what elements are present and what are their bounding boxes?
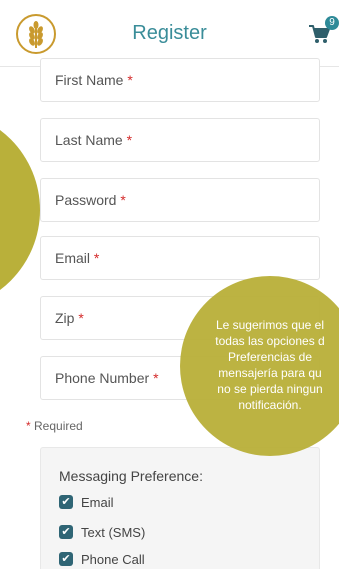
required-mark: * [126, 132, 133, 148]
last-name-field[interactable]: Last Name * [40, 118, 320, 162]
required-mark: * [120, 192, 126, 208]
required-mark: * [153, 370, 159, 386]
checkbox-checked-icon[interactable]: ✔ [59, 525, 73, 539]
messaging-preference-title: Messaging Preference: [59, 468, 203, 484]
first-name-field[interactable]: First Name * [40, 58, 320, 102]
password-label: Password [55, 192, 117, 208]
email-preference-label: Email [81, 495, 114, 510]
checkbox-checked-icon[interactable]: ✔ [59, 552, 73, 566]
email-field[interactable]: Email * [40, 236, 320, 280]
required-note-text: Required [34, 419, 83, 433]
cart-count-badge: 9 [325, 16, 339, 30]
required-note-mark: * [26, 419, 31, 433]
required-note: * Required [26, 419, 83, 433]
password-field[interactable]: Password * [40, 178, 320, 222]
messaging-preference-panel: Messaging Preference: ✔ Email ✔ Text (SM… [40, 447, 320, 569]
checkbox-checked-icon[interactable]: ✔ [59, 495, 73, 509]
sms-preference-label: Text (SMS) [81, 525, 146, 540]
last-name-label: Last Name [55, 132, 123, 148]
register-screen: Register 9 First Name * Last Name * Pass… [0, 0, 339, 569]
email-label: Email [55, 250, 91, 266]
zip-label: Zip [55, 310, 75, 326]
required-mark: * [78, 310, 84, 326]
decorative-circle [0, 110, 40, 310]
required-mark: * [93, 250, 100, 266]
tooltip-text: Le sugerimos que el todas las opciones d… [215, 318, 325, 412]
page-title: Register [132, 22, 207, 44]
app-header: Register 9 [0, 0, 339, 67]
phone-call-preference-label: Phone Call [81, 552, 145, 567]
phone-number-label: Phone Number [55, 370, 150, 386]
required-mark: * [127, 72, 133, 88]
first-name-label: First Name [55, 72, 124, 88]
